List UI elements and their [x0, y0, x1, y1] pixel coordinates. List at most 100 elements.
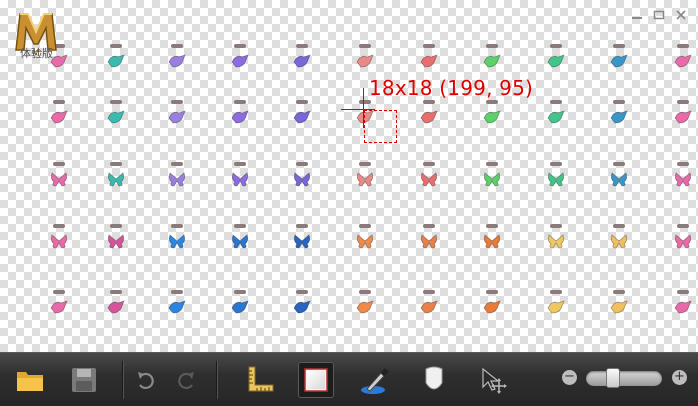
- butterfly-sprite: [231, 172, 249, 187]
- redo-icon: [178, 372, 194, 390]
- sprite-shadow: [550, 100, 562, 104]
- butterfly-sprite: [293, 172, 311, 187]
- sprite-shadow: [53, 100, 65, 104]
- bird-sprite: [107, 54, 125, 68]
- butterfly-sprite: [107, 172, 125, 187]
- bird-sprite: [420, 54, 438, 68]
- sprite-shadow: [423, 44, 435, 48]
- sprite-shadow: [677, 100, 689, 104]
- butterfly-sprite: [483, 234, 501, 249]
- butterfly-sprite: [168, 234, 186, 249]
- bird-sprite: [50, 300, 68, 314]
- bird-sprite: [610, 110, 628, 124]
- color-picker-button[interactable]: [358, 362, 394, 398]
- bird-sprite: [231, 54, 249, 68]
- sprite-shadow: [296, 290, 308, 294]
- butterfly-sprite: [547, 172, 565, 187]
- sprite-shadow: [171, 290, 183, 294]
- butterfly-sprite: [356, 234, 374, 249]
- toolbar-divider: [216, 361, 217, 399]
- sprite-shadow: [550, 224, 562, 228]
- sprite-shadow: [110, 224, 122, 228]
- maximize-button[interactable]: [650, 8, 668, 22]
- bird-sprite: [674, 54, 692, 68]
- butterfly-sprite: [610, 172, 628, 187]
- sprite-shadow: [296, 224, 308, 228]
- sprite-shadow: [677, 44, 689, 48]
- bird-sprite: [483, 54, 501, 68]
- butterfly-sprite: [674, 234, 692, 249]
- open-button[interactable]: [12, 362, 48, 398]
- sprite-shadow: [359, 162, 371, 166]
- bird-sprite: [420, 300, 438, 314]
- rectangle-select-icon: [304, 368, 328, 392]
- sprite-shadow: [171, 100, 183, 104]
- ruler-button[interactable]: [242, 362, 278, 398]
- butterfly-sprite: [107, 234, 125, 249]
- minimize-icon: [632, 17, 642, 19]
- sprite-shadow: [53, 162, 65, 166]
- sprite-shadow: [234, 44, 246, 48]
- sprite-shadow: [171, 44, 183, 48]
- close-button[interactable]: [672, 8, 690, 22]
- butterfly-sprite: [483, 172, 501, 187]
- sprite-shadow: [613, 224, 625, 228]
- move-cursor-icon: [482, 367, 507, 394]
- bird-sprite: [168, 300, 186, 314]
- butterfly-sprite: [420, 234, 438, 249]
- zoom-in-button[interactable]: +: [672, 370, 687, 385]
- sprite-shadow: [550, 290, 562, 294]
- undo-button[interactable]: [128, 362, 164, 398]
- bird-sprite: [420, 110, 438, 124]
- sprite-shadow: [296, 100, 308, 104]
- butterfly-sprite: [168, 172, 186, 187]
- move-button[interactable]: [474, 362, 510, 398]
- zoom-slider[interactable]: [586, 371, 662, 386]
- rectangle-select-button[interactable]: [298, 362, 334, 398]
- bird-sprite: [231, 110, 249, 124]
- folder-icon: [17, 372, 43, 391]
- selection-rectangle[interactable]: [364, 110, 397, 143]
- sprite-shadow: [423, 100, 435, 104]
- bird-sprite: [293, 110, 311, 124]
- sprite-shadow: [171, 162, 183, 166]
- butterfly-sprite: [356, 172, 374, 187]
- pin-icon: [425, 366, 443, 390]
- pin-button[interactable]: [416, 362, 452, 398]
- bird-sprite: [547, 110, 565, 124]
- save-button[interactable]: [66, 362, 102, 398]
- butterfly-sprite: [420, 172, 438, 187]
- bird-sprite: [547, 300, 565, 314]
- sprite-shadow: [550, 162, 562, 166]
- butterfly-sprite: [610, 234, 628, 249]
- close-icon: [676, 10, 686, 20]
- sprite-shadow: [359, 224, 371, 228]
- bird-sprite: [168, 110, 186, 124]
- bird-sprite: [356, 300, 374, 314]
- sprite-shadow: [110, 290, 122, 294]
- butterfly-sprite: [293, 234, 311, 249]
- sprite-shadow: [613, 100, 625, 104]
- zoom-out-button[interactable]: −: [562, 370, 577, 385]
- zoom-slider-thumb[interactable]: [606, 368, 621, 388]
- image-canvas[interactable]: M 体验版 18x18 (199, 95): [0, 0, 698, 352]
- bird-sprite: [168, 54, 186, 68]
- butterfly-sprite: [50, 234, 68, 249]
- redo-button[interactable]: [168, 362, 204, 398]
- bird-sprite: [610, 54, 628, 68]
- bird-sprite: [547, 54, 565, 68]
- sprite-shadow: [234, 290, 246, 294]
- sprite-shadow: [53, 224, 65, 228]
- bird-sprite: [483, 110, 501, 124]
- toolbar-divider: [122, 361, 123, 399]
- bird-sprite: [50, 110, 68, 124]
- bird-sprite: [674, 300, 692, 314]
- sprite-shadow: [171, 224, 183, 228]
- bird-sprite: [293, 54, 311, 68]
- window-controls: [628, 8, 690, 22]
- bird-sprite: [674, 110, 692, 124]
- sprite-shadow: [53, 290, 65, 294]
- minimize-button[interactable]: [628, 8, 646, 22]
- undo-icon: [138, 372, 154, 390]
- sprite-shadow: [234, 224, 246, 228]
